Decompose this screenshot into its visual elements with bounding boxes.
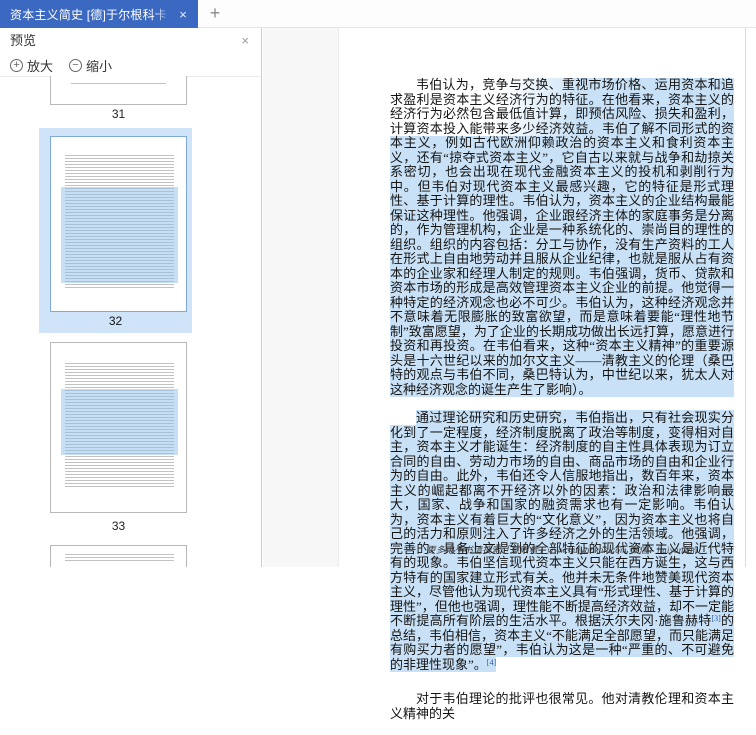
preview-panel-header: 预览 ×	[0, 28, 261, 54]
paragraph-weber-criticism: 对于韦伯理论的批评也很常见。他对清教伦理和资本主义精神的关	[390, 691, 734, 721]
zoom-in-icon: +	[10, 58, 23, 72]
page-number-label: 33	[111, 519, 126, 533]
tab-close-icon[interactable]: ×	[176, 7, 190, 22]
footnote-link-3[interactable]: [3]	[711, 614, 720, 623]
zoom-in-button[interactable]: + 放大	[10, 56, 53, 75]
zoom-out-label: 缩小	[86, 58, 113, 74]
paragraph-text: 通过理论研究和历史研究，韦伯指出，只有社会现实分化到了一定程度，经济制度脱离了政…	[390, 410, 734, 628]
selected-text-highlight: 通过理论研究和历史研究，韦伯指出，只有社会现实分化到了一定程度，经济制度脱离了政…	[390, 410, 734, 672]
preview-panel-title: 预览	[10, 33, 37, 48]
ebook-watermark-footer: 更多电子书请搜索「慧眼看」www.huiyankan.com 微信：huiyan…	[426, 545, 698, 555]
preview-panel: 预览 × + 放大 − 缩小 31 32 33	[0, 28, 262, 567]
paragraph-weber-characteristics: 韦伯认为，竞争与交换、重视市场价格、运用资本和追求盈利是资本主义经济行为的特征。…	[390, 77, 734, 397]
page-number-label: 32	[108, 314, 123, 328]
active-tab[interactable]: 资本主义简史 [德]于尔根科卡著 ×	[0, 0, 198, 28]
thumbnail-selection-band	[61, 389, 178, 455]
preview-zoom-toolbar: + 放大 − 缩小	[0, 54, 261, 77]
document-viewer: 韦伯认为，竞争与交换、重视市场价格、运用资本和追求盈利是资本主义经济行为的特征。…	[263, 28, 756, 720]
page-text-column: 韦伯认为，竞争与交换、重视市场价格、运用资本和追求盈利是资本主义经济行为的特征。…	[390, 77, 734, 735]
thumbnail-page-34[interactable]	[50, 545, 187, 567]
thumbnail-list[interactable]: 31 32 33	[0, 76, 243, 567]
thumbnail-page-32[interactable]	[50, 136, 187, 312]
main-scrollbar-gutter[interactable]	[746, 28, 756, 567]
zoom-out-icon: −	[69, 58, 83, 72]
zoom-out-button[interactable]: − 缩小	[69, 56, 112, 75]
tab-title: 资本主义简史 [德]于尔根科卡著	[10, 7, 166, 22]
paragraph-weber-theory: 通过理论研究和历史研究，韦伯指出，只有社会现实分化到了一定程度，经济制度脱离了政…	[390, 410, 734, 672]
thumbnail-selected-highlight[interactable]: 32	[39, 128, 192, 333]
tab-title-fade	[154, 0, 172, 28]
thumbnail-text-preview	[65, 554, 174, 562]
zoom-in-label: 放大	[27, 58, 54, 74]
page-number-label: 31	[111, 107, 126, 121]
footnote-link-4[interactable]: [4]	[487, 658, 496, 667]
browser-tab-bar: 资本主义简史 [德]于尔根科卡著 × +	[0, 0, 756, 28]
thumbnail-text-preview	[71, 83, 166, 86]
new-tab-button[interactable]: +	[204, 3, 226, 25]
thumbnail-page-31[interactable]	[50, 76, 187, 105]
document-page: 韦伯认为，竞争与交换、重视市场价格、运用资本和追求盈利是资本主义经济行为的特征。…	[338, 28, 745, 720]
thumbnail-page-33[interactable]	[50, 342, 187, 513]
panel-close-icon[interactable]: ×	[241, 28, 249, 54]
thumbnail-selection-band	[61, 187, 178, 283]
